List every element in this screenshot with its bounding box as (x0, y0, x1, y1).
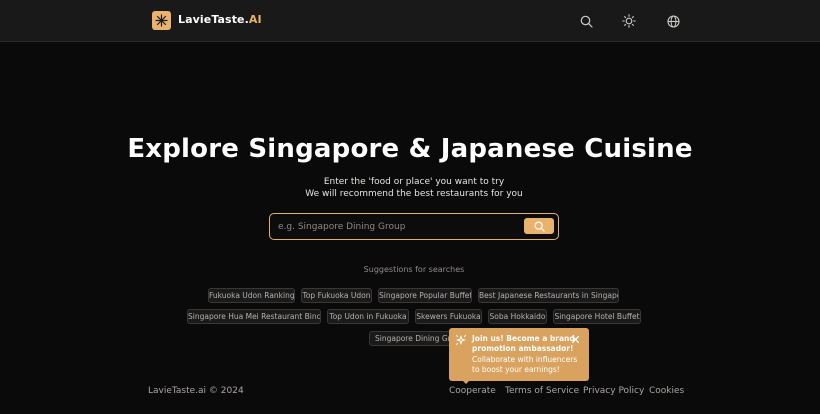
close-icon[interactable] (571, 335, 580, 344)
suggestion-chip[interactable]: Skewers Fukuoka (415, 309, 482, 324)
page-title: Explore Singapore & Japanese Cuisine (127, 134, 693, 164)
subtitle-line-1: Enter the 'food or place' you want to tr… (323, 177, 505, 187)
suggestion-chip[interactable]: Singapore Hua Mei Restaurant Bincho (187, 309, 321, 324)
search-input[interactable] (278, 219, 518, 234)
popup-pointer (462, 380, 470, 384)
popup-title: Join us! Become a brand promotion ambass… (472, 334, 575, 353)
search-button-icon (534, 221, 545, 232)
subtitle-line-2: We will recommend the best restaurants f… (305, 189, 523, 199)
suggestion-chip[interactable]: Best Japanese Restaurants in Singapore (478, 288, 619, 303)
popup-body: Collaborate with influencers to boost yo… (472, 355, 578, 374)
top-navbar: LavieTaste.AI (0, 0, 820, 42)
suggestion-chip[interactable]: Fukuoka Udon Ranking (208, 288, 295, 303)
suggestion-chip[interactable]: Singapore Hotel Buffet (553, 309, 641, 324)
brand-name-main: LavieTaste. (178, 13, 249, 26)
ambassador-popup[interactable]: Join us! Become a brand promotion ambass… (449, 328, 589, 381)
footer-link-privacy[interactable]: Privacy Policy (583, 386, 644, 396)
footer-link-cooperate[interactable]: Cooperate (449, 386, 496, 396)
suggestion-chip[interactable]: Singapore Popular Buffet (378, 288, 472, 303)
search-button[interactable] (524, 218, 554, 234)
suggestion-chip[interactable]: Top Fukuoka Udon (301, 288, 372, 303)
suggestion-chip[interactable]: Soba Hokkaido (488, 309, 547, 324)
search-bar (269, 213, 559, 240)
logo-icon[interactable] (152, 11, 171, 30)
globe-icon[interactable] (665, 13, 681, 29)
footer-copyright: LavieTaste.ai © 2024 (148, 386, 244, 396)
footer-link-cookies[interactable]: Cookies (649, 386, 684, 396)
suggestion-chip[interactable]: Singapore Dining Group (369, 331, 457, 346)
search-icon[interactable] (578, 13, 594, 29)
brand-name[interactable]: LavieTaste.AI (178, 13, 262, 26)
suggestions-label: Suggestions for searches (363, 265, 465, 274)
sparkle-icon (455, 334, 467, 346)
brand-name-accent: AI (248, 13, 262, 26)
sun-icon[interactable] (621, 13, 637, 29)
suggestion-chip[interactable]: Top Udon in Fukuoka (327, 309, 409, 324)
footer-link-terms[interactable]: Terms of Service (505, 386, 579, 396)
